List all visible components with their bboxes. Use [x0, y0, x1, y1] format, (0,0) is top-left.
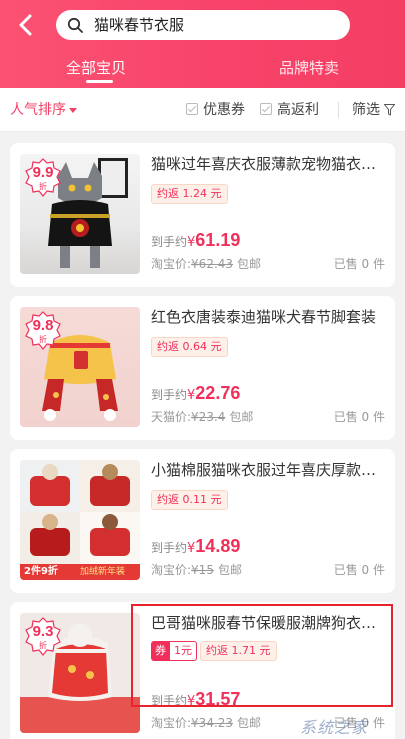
checkbox-icon	[186, 103, 198, 115]
original-price-value: ¥34.23	[191, 716, 234, 730]
price-label: 到手约	[151, 388, 188, 402]
original-price-value: ¥23.4	[191, 410, 226, 424]
sold-count: 已售 0 件	[333, 257, 385, 271]
discount-unit: 折	[39, 182, 47, 191]
product-card[interactable]: 9.9 折 猫咪过年喜庆衣服薄款宠物猫衣服冬季 约返 1.24 元 到手约¥61.…	[10, 143, 395, 287]
final-price: 到手约¥61.19	[151, 229, 240, 254]
search-query: 猫咪春节衣服	[94, 16, 185, 34]
price-value: 14.89	[195, 536, 241, 556]
funnel-icon[interactable]	[384, 104, 395, 116]
promo-sublabel: 加绒新年装	[80, 567, 126, 577]
tab-brand-sale[interactable]: 品牌特卖	[279, 58, 339, 78]
highlight-box	[131, 604, 393, 707]
sold-count: 已售 0 件	[333, 410, 385, 424]
product-card[interactable]: 9.8 折 红色衣唐装泰迪猫咪犬春节脚套装 约返 0.64 元 到手约¥22.76…	[10, 296, 395, 440]
shipping-label: 包邮	[237, 257, 262, 271]
price-label: 到手约	[151, 541, 188, 555]
tab-all-items[interactable]: 全部宝贝	[66, 58, 126, 78]
watermark: 系统之家	[300, 718, 369, 737]
rebate-tag: 约返 1.24 元	[151, 184, 228, 204]
product-title[interactable]: 猫咪过年喜庆衣服薄款宠物猫衣服冬季	[151, 154, 383, 174]
promo-label: 2件9折	[24, 566, 58, 577]
top-header: 猫咪春节衣服 全部宝贝 品牌特卖	[0, 0, 405, 88]
original-price-value: ¥62.43	[191, 257, 234, 271]
shipping-label: 包邮	[217, 563, 242, 577]
original-price: 淘宝价:¥34.23 包邮	[151, 714, 261, 731]
product-image[interactable]: 2件9折 加绒新年装	[20, 460, 140, 580]
discount-unit: 折	[39, 641, 47, 650]
product-title[interactable]: 小猫棉服猫咪衣服过年喜庆厚款冬季	[151, 460, 383, 480]
filter-bar: 人气排序 优惠券 高返利 筛选	[0, 88, 405, 132]
product-image[interactable]: 9.3 折	[20, 613, 140, 733]
discount-value: 9.8	[32, 317, 54, 334]
discount-value: 9.3	[32, 623, 54, 640]
search-icon	[67, 17, 83, 33]
high-rebate-checkbox[interactable]: 高返利	[260, 88, 319, 132]
sold-count: 已售 0 件	[333, 563, 385, 577]
final-price: 到手约¥22.76	[151, 382, 240, 407]
sort-dropdown[interactable]: 人气排序	[10, 88, 77, 132]
original-price: 淘宝价:¥15 包邮	[151, 561, 242, 578]
caret-down-icon	[69, 107, 77, 113]
checkbox-icon	[260, 103, 272, 115]
discount-value: 9.9	[32, 164, 54, 181]
high-rebate-checkbox-label: 高返利	[277, 102, 319, 118]
source-label: 淘宝价:	[151, 563, 192, 577]
final-price: 到手约¥14.89	[151, 535, 240, 560]
source-label: 淘宝价:	[151, 716, 192, 730]
original-price: 淘宝价:¥62.43 包邮	[151, 255, 261, 272]
product-title[interactable]: 红色衣唐装泰迪猫咪犬春节脚套装	[151, 307, 383, 327]
coupon-checkbox[interactable]: 优惠券	[186, 88, 245, 132]
back-arrow-icon[interactable]	[14, 11, 38, 39]
product-card[interactable]: 2件9折 加绒新年装 小猫棉服猫咪衣服过年喜庆厚款冬季 约返 0.11 元 到手…	[10, 449, 395, 593]
product-image[interactable]: 9.8 折	[20, 307, 140, 427]
divider	[338, 102, 339, 118]
price-label: 到手约	[151, 235, 188, 249]
source-label: 淘宝价:	[151, 257, 192, 271]
shipping-label: 包邮	[229, 410, 254, 424]
coupon-checkbox-label: 优惠券	[203, 102, 245, 118]
product-image[interactable]: 9.9 折	[20, 154, 140, 274]
sort-label: 人气排序	[10, 102, 66, 118]
price-value: 22.76	[195, 383, 241, 403]
shipping-label: 包邮	[237, 716, 262, 730]
source-label: 天猫价:	[151, 410, 192, 424]
original-price-value: ¥15	[191, 563, 214, 577]
discount-unit: 折	[39, 335, 47, 344]
price-value: 61.19	[195, 230, 241, 250]
rebate-tag: 约返 0.11 元	[151, 490, 228, 510]
filter-button[interactable]: 筛选	[352, 88, 380, 132]
original-price: 天猫价:¥23.4 包邮	[151, 408, 253, 425]
search-input[interactable]: 猫咪春节衣服	[56, 10, 350, 40]
active-tab-indicator	[86, 80, 113, 83]
rebate-tag: 约返 0.64 元	[151, 337, 228, 357]
